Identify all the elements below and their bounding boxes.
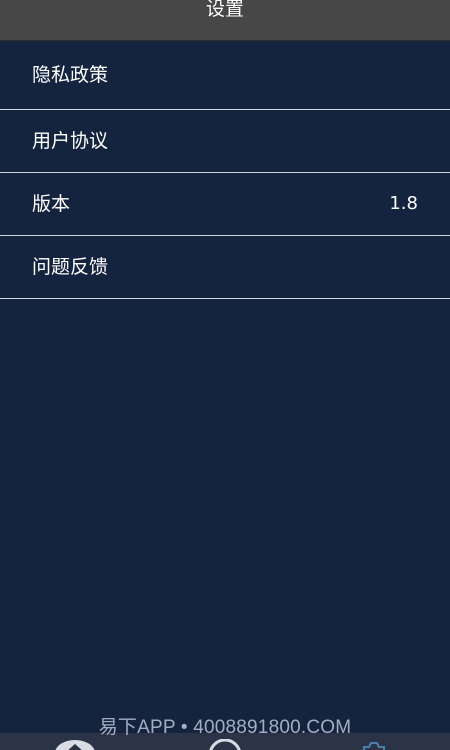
top-bar: 设置 bbox=[0, 0, 450, 41]
menu-item-label: 隐私政策 bbox=[32, 64, 109, 86]
menu-item-label: 问题反馈 bbox=[32, 256, 109, 278]
menu-item-version[interactable]: 版本 1.8 bbox=[0, 173, 450, 236]
menu-item-privacy-policy[interactable]: 隐私政策 bbox=[0, 41, 450, 110]
circle-icon[interactable] bbox=[206, 739, 244, 750]
settings-icon[interactable] bbox=[357, 739, 391, 750]
menu-item-user-agreement[interactable]: 用户协议 bbox=[0, 110, 450, 173]
settings-menu: 隐私政策 用户协议 版本 1.8 问题反馈 bbox=[0, 41, 450, 299]
watermark: 易下APP • 4008891800.COM bbox=[98, 717, 352, 738]
menu-item-feedback[interactable]: 问题反馈 bbox=[0, 236, 450, 299]
version-value: 1.8 bbox=[389, 193, 418, 214]
menu-item-label: 版本 bbox=[32, 193, 71, 215]
menu-item-label: 用户协议 bbox=[32, 130, 109, 152]
page-title: 设置 bbox=[205, 0, 244, 20]
home-icon[interactable] bbox=[54, 739, 96, 750]
